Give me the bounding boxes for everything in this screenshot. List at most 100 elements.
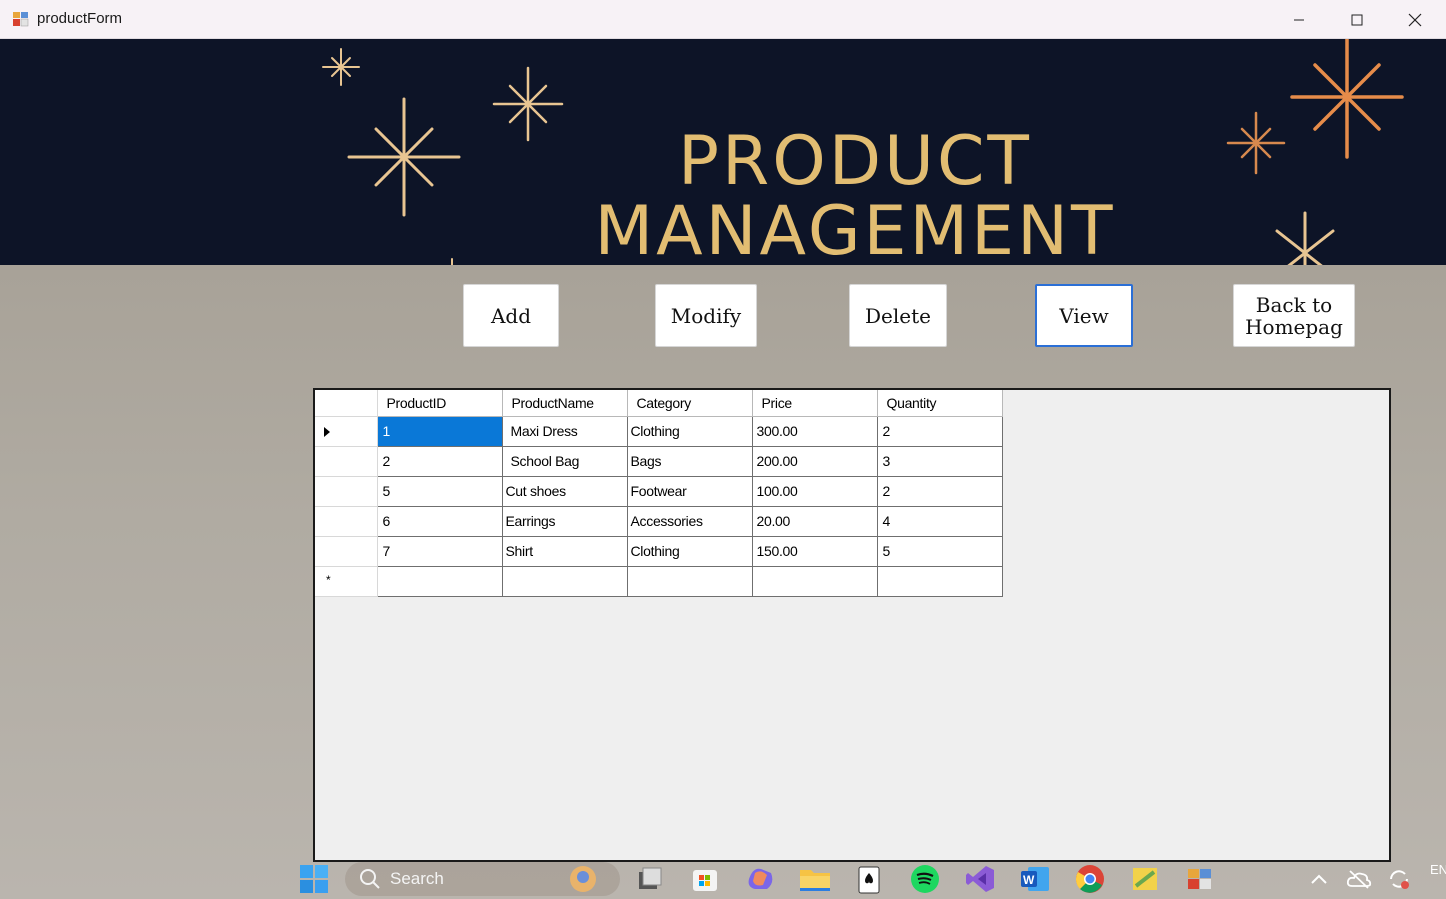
table-cell[interactable]: Shirt — [501, 535, 628, 567]
products-table: ProductID ProductName Category Price Qua… — [315, 390, 1003, 597]
row-header[interactable]: * — [315, 565, 378, 597]
close-button[interactable] — [1386, 0, 1444, 39]
store-icon — [693, 870, 717, 891]
onedrive-button[interactable] — [1342, 862, 1376, 896]
table-row[interactable]: 5 Cut shoes Footwear 100.00 2 — [315, 475, 1003, 507]
row-header[interactable] — [315, 505, 378, 537]
chrome-icon — [1076, 865, 1104, 893]
title-bar: productForm — [0, 0, 1446, 39]
maximize-button[interactable] — [1328, 0, 1386, 39]
banner-title-line2: MANAGEMENT — [594, 192, 1116, 266]
sync-icon — [1390, 870, 1409, 889]
file-explorer-icon — [800, 870, 830, 891]
table-cell[interactable]: Clothing — [626, 535, 753, 567]
delete-button[interactable]: Delete — [849, 284, 947, 347]
table-cell[interactable]: School Bag — [501, 445, 628, 477]
file-explorer-button[interactable] — [798, 862, 832, 896]
header-banner: PRODUCT MANAGEMENT — [0, 39, 1446, 265]
store-button[interactable] — [688, 862, 722, 896]
visual-studio-button[interactable] — [963, 862, 997, 896]
table-cell[interactable]: Footwear — [626, 475, 753, 507]
table-cell[interactable]: 300.00 — [751, 415, 878, 447]
table-cell[interactable]: 150.00 — [751, 535, 878, 567]
table-cell[interactable]: 4 — [876, 505, 1003, 537]
start-icon — [300, 865, 328, 893]
taskbar: Search W EN — [0, 862, 1446, 899]
word-icon: W — [1021, 867, 1049, 891]
table-cell[interactable] — [876, 565, 1003, 597]
word-button[interactable]: W — [1018, 862, 1052, 896]
row-header[interactable] — [315, 415, 378, 447]
table-cell[interactable]: 5 — [876, 535, 1003, 567]
minimize-button[interactable] — [1270, 0, 1328, 39]
row-header[interactable] — [315, 535, 378, 567]
view-button[interactable]: View — [1035, 284, 1133, 347]
table-cell[interactable]: Bags — [626, 445, 753, 477]
column-header[interactable]: ProductName — [501, 390, 628, 417]
show-hidden-icons-button[interactable] — [1302, 862, 1336, 896]
back-to-homepage-button[interactable]: Back to Homepag — [1233, 284, 1355, 347]
chevron-up-icon — [1311, 874, 1327, 884]
table-cell[interactable]: 200.00 — [751, 445, 878, 477]
table-cell[interactable]: 100.00 — [751, 475, 878, 507]
column-header[interactable]: Category — [626, 390, 753, 417]
table-cell[interactable]: Earrings — [501, 505, 628, 537]
row-header-corner — [315, 390, 378, 417]
table-cell[interactable]: Accessories — [626, 505, 753, 537]
table-cell[interactable] — [376, 565, 503, 597]
table-cell[interactable]: Maxi Dress — [501, 415, 628, 447]
column-header[interactable]: Price — [751, 390, 878, 417]
table-row[interactable]: 1 Maxi Dress Clothing 300.00 2 — [315, 415, 1003, 447]
back-button-label: Back to Homepag — [1245, 294, 1343, 338]
window-title: productForm — [37, 10, 123, 27]
sync-button[interactable] — [1382, 862, 1416, 896]
table-cell[interactable]: 1 — [376, 415, 503, 447]
taskbar-search[interactable]: Search — [345, 862, 620, 896]
table-cell[interactable]: Clothing — [626, 415, 753, 447]
start-button[interactable] — [297, 862, 331, 896]
banner-title: PRODUCT MANAGEMENT — [540, 127, 1170, 266]
solitaire-button[interactable] — [853, 862, 887, 896]
add-button[interactable]: Add — [463, 284, 559, 347]
products-data-grid[interactable]: ProductID ProductName Category Price Qua… — [313, 388, 1391, 862]
app-icon — [1133, 868, 1157, 890]
table-cell[interactable]: 2 — [876, 475, 1003, 507]
table-cell[interactable] — [751, 565, 878, 597]
task-view-button[interactable] — [633, 862, 667, 896]
copilot-icon — [748, 868, 773, 889]
column-header[interactable]: ProductID — [376, 390, 503, 417]
app-button[interactable] — [1128, 862, 1162, 896]
table-cell[interactable] — [501, 565, 628, 597]
spotify-button[interactable] — [908, 862, 942, 896]
table-cell[interactable]: 3 — [876, 445, 1003, 477]
form-app-icon — [12, 11, 30, 27]
search-label: Search — [390, 869, 444, 888]
task-view-icon — [639, 867, 662, 889]
maximize-icon — [1351, 14, 1363, 25]
table-row[interactable]: 2 School Bag Bags 200.00 3 — [315, 445, 1003, 477]
current-row-arrow-icon — [324, 426, 330, 437]
language-indicator[interactable]: EN — [1430, 862, 1446, 878]
table-cell[interactable]: 2 — [876, 415, 1003, 447]
modify-button[interactable]: Modify — [655, 284, 757, 347]
table-cell[interactable]: 5 — [376, 475, 503, 507]
table-row[interactable]: 7 Shirt Clothing 150.00 5 — [315, 535, 1003, 567]
row-header[interactable] — [315, 475, 378, 507]
table-cell[interactable]: 20.00 — [751, 505, 878, 537]
chrome-button[interactable] — [1073, 862, 1107, 896]
search-icon — [360, 869, 380, 889]
svg-text:W: W — [1023, 873, 1035, 887]
spotify-icon — [911, 865, 939, 893]
table-cell[interactable]: 2 — [376, 445, 503, 477]
new-row-marker: * — [326, 572, 331, 587]
table-cell[interactable] — [626, 565, 753, 597]
table-cell[interactable]: 6 — [376, 505, 503, 537]
new-row[interactable]: * — [315, 565, 1003, 597]
table-cell[interactable]: Cut shoes — [501, 475, 628, 507]
row-header[interactable] — [315, 445, 378, 477]
form-app-taskbar-button[interactable] — [1183, 862, 1217, 896]
column-header[interactable]: Quantity — [876, 390, 1003, 417]
table-row[interactable]: 6 Earrings Accessories 20.00 4 — [315, 505, 1003, 537]
copilot-button[interactable] — [743, 862, 777, 896]
table-cell[interactable]: 7 — [376, 535, 503, 567]
